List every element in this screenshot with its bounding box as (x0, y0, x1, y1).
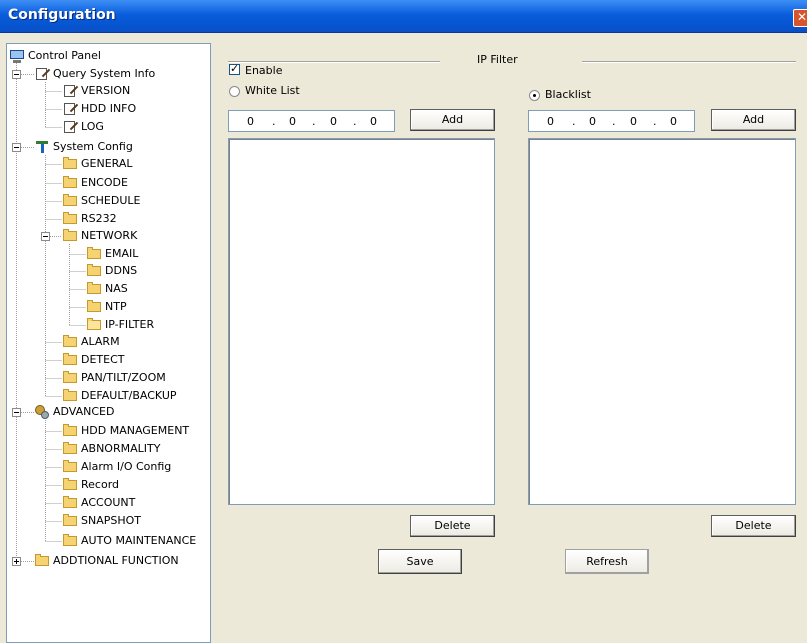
folder-icon (62, 459, 78, 475)
whitelist-add-button[interactable]: Add (410, 109, 495, 131)
enable-checkbox[interactable] (229, 62, 240, 75)
whitelist-label: White List (245, 84, 300, 97)
groupbox-line-right (582, 61, 796, 63)
ip-separator: . (572, 115, 576, 128)
computer-icon (9, 48, 25, 64)
folder-icon (62, 533, 78, 549)
folder-icon (62, 175, 78, 191)
title-bar: Configuration ✕ (0, 0, 807, 33)
folder-icon (86, 246, 102, 262)
collapse-icon[interactable] (12, 143, 21, 152)
ip-octet-2: 0 (589, 115, 596, 128)
folder-icon (62, 477, 78, 493)
blacklist-label: Blacklist (545, 88, 591, 101)
whitelist-radio[interactable] (229, 86, 240, 97)
document-edit-icon (62, 83, 78, 99)
folder-icon (86, 281, 102, 297)
ip-octet-4: 0 (370, 115, 377, 128)
folder-icon (86, 263, 102, 279)
ip-octet-4: 0 (670, 115, 677, 128)
ip-octet-2: 0 (289, 115, 296, 128)
ip-octet-1: 0 (547, 115, 554, 128)
folder-icon (62, 423, 78, 439)
collapse-icon[interactable] (41, 232, 50, 241)
folder-icon (62, 156, 78, 172)
document-edit-icon (62, 119, 78, 135)
close-button[interactable]: ✕ (793, 9, 807, 27)
collapse-icon[interactable] (12, 408, 21, 417)
folder-icon (62, 388, 78, 404)
blacklist-delete-button[interactable]: Delete (711, 515, 796, 537)
groupbox-line-left (228, 61, 440, 63)
blacklist-radio[interactable] (529, 90, 540, 101)
folder-icon (62, 495, 78, 511)
ip-octet-3: 0 (330, 115, 337, 128)
blacklist-ip-input[interactable]: 0 . 0 . 0 . 0 (528, 110, 695, 132)
folder-icon (62, 513, 78, 529)
document-edit-icon (62, 101, 78, 117)
config-tree[interactable]: Control Panel Query System Info VERSION … (6, 43, 211, 643)
folder-icon (62, 370, 78, 386)
window-title: Configuration (8, 7, 116, 23)
ip-separator: . (272, 115, 276, 128)
folder-open-icon (86, 317, 102, 333)
ip-filter-group-label: IP Filter (477, 53, 518, 66)
save-button[interactable]: Save (378, 549, 462, 574)
blacklist-listbox[interactable] (528, 138, 796, 505)
collapse-icon[interactable] (12, 70, 21, 79)
whitelist-ip-input[interactable]: 0 . 0 . 0 . 0 (228, 110, 395, 132)
folder-icon (62, 334, 78, 350)
tools-icon (34, 139, 50, 155)
refresh-button[interactable]: Refresh (565, 549, 649, 574)
ip-separator: . (653, 115, 657, 128)
whitelist-listbox[interactable] (228, 138, 495, 505)
expand-icon[interactable] (12, 557, 21, 566)
folder-icon (62, 193, 78, 209)
ip-separator: . (353, 115, 357, 128)
ip-octet-1: 0 (247, 115, 254, 128)
close-icon: ✕ (796, 10, 807, 24)
folder-icon (62, 211, 78, 227)
folder-icon (62, 228, 78, 244)
whitelist-delete-button[interactable]: Delete (410, 515, 495, 537)
folder-icon (86, 299, 102, 315)
folder-icon (62, 352, 78, 368)
blacklist-add-button[interactable]: Add (711, 109, 796, 131)
gears-icon (34, 404, 50, 420)
ip-separator: . (312, 115, 316, 128)
ip-separator: . (612, 115, 616, 128)
ip-octet-3: 0 (630, 115, 637, 128)
folder-icon (62, 441, 78, 457)
document-edit-icon (34, 66, 50, 82)
folder-icon (34, 553, 50, 569)
enable-label: Enable (245, 64, 283, 77)
